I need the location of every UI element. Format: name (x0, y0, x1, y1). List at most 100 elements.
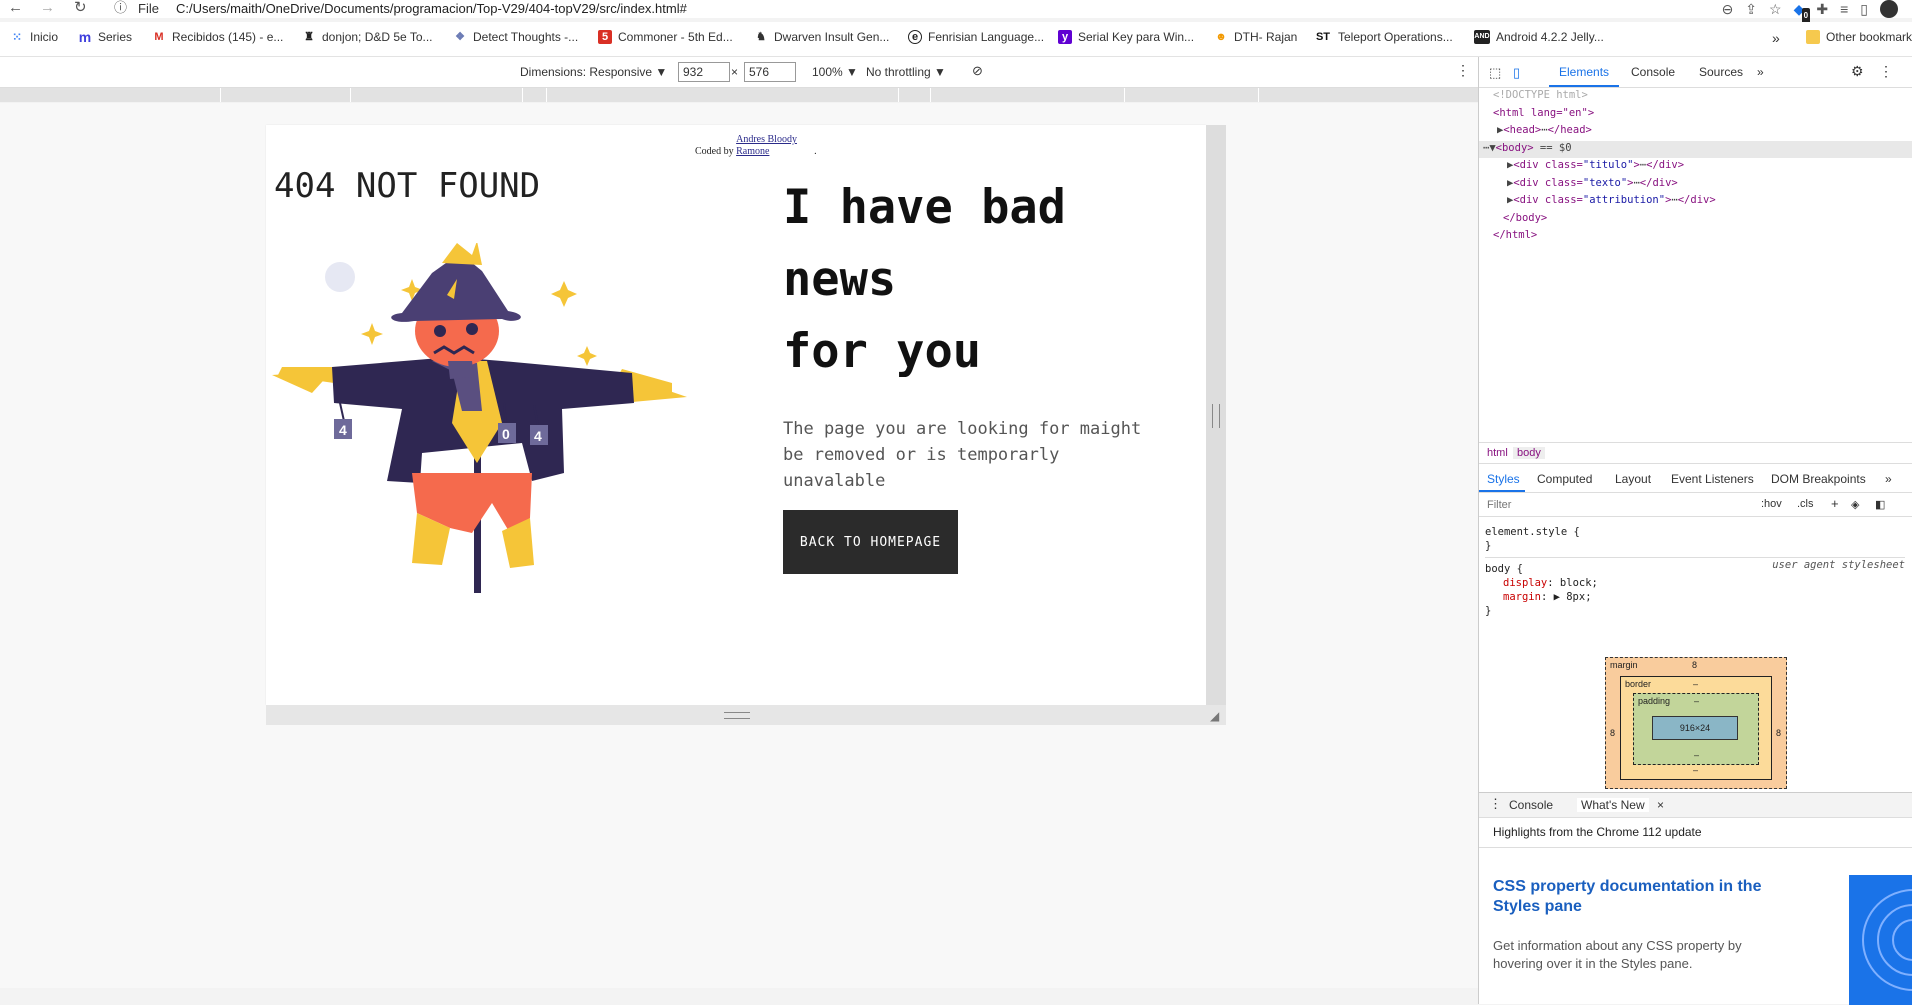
media-query-ruler[interactable] (0, 88, 1478, 102)
bookmark-commoner[interactable]: 5 Commoner - 5th Ed... (598, 30, 733, 44)
drawer-tab-console[interactable]: Console (1509, 798, 1553, 812)
puzzle-icon[interactable]: ✚ (1816, 1, 1828, 17)
rotate-icon[interactable]: ⊘ (972, 63, 983, 79)
corner-resize-icon[interactable]: ◢ (1210, 709, 1219, 723)
dimensions-select[interactable]: Dimensions: Responsive ▼ (520, 65, 667, 79)
right-drag-grip[interactable] (1212, 404, 1220, 428)
inspect-icon[interactable]: ⬚ (1489, 65, 1501, 81)
dom-body[interactable]: ⋯▼<body> == $0 (1483, 140, 1716, 158)
avatar[interactable] (1880, 0, 1898, 18)
feature-card-image[interactable] (1849, 875, 1912, 1005)
bookmark-series[interactable]: m Series (78, 30, 132, 44)
toolbar-icons: ⊖ ⇪ ☆ ◆ 0 ✚ ≡ ▯ (1722, 0, 1912, 24)
dom-head[interactable]: ▶<head>⋯</head> (1493, 122, 1716, 140)
gmail-icon: M (154, 31, 164, 43)
back-arrow-icon[interactable]: ← (8, 0, 23, 16)
headline-line: for you (783, 324, 982, 379)
paint-icon[interactable]: ◈ (1851, 498, 1859, 511)
dom-div-attribution[interactable]: ▶<div class="attribution">⋯</div> (1493, 192, 1716, 210)
more-options-icon[interactable]: ⋮ (1456, 62, 1470, 79)
breadcrumb-html[interactable]: html (1487, 447, 1508, 459)
height-input[interactable] (744, 62, 796, 82)
devtools-tabs: ⬚ ▯ Elements Console Sources » ⚙ ⋮ (1479, 57, 1912, 88)
back-to-homepage-button[interactable]: BACK TO HOMEPAGE (783, 510, 958, 574)
styles-filter-input[interactable] (1485, 497, 1699, 513)
more-icon[interactable]: ⋮ (1879, 63, 1893, 80)
url-text[interactable]: C:/Users/maith/OneDrive/Documents/progra… (176, 1, 687, 16)
side-panel-icon[interactable]: ▯ (1860, 1, 1868, 17)
box-content[interactable]: 916×24 (1652, 716, 1738, 740)
gear-icon[interactable]: ⚙ (1851, 63, 1864, 80)
dom-div-texto[interactable]: ▶<div class="texto">⋯</div> (1493, 175, 1716, 193)
bookmark-donjon[interactable]: ♜ donjon; D&D 5e To... (302, 30, 432, 44)
drawer-tab-whats-new[interactable]: What's New (1577, 798, 1649, 812)
tab-elements[interactable]: Elements (1559, 65, 1609, 79)
bookmark-teleport[interactable]: ST Teleport Operations... (1314, 30, 1453, 44)
author-link[interactable]: Andres Bloody Ramone (736, 134, 814, 158)
reload-icon[interactable]: ↻ (74, 0, 87, 16)
zoom-icon[interactable]: ⊖ (1722, 1, 1734, 17)
andro-icon: AND (1474, 30, 1490, 44)
extension-icon[interactable]: ◆ 0 (1794, 1, 1811, 24)
bookmark-detect-thoughts[interactable]: ❖ Detect Thoughts -... (453, 30, 578, 44)
headline: I have bad news for you (783, 172, 1163, 388)
bookmark-serial-key[interactable]: y Serial Key para Win... (1058, 30, 1194, 44)
dom-html-close[interactable]: </html> (1493, 227, 1716, 245)
share-icon[interactable]: ⇪ (1745, 1, 1757, 17)
dwarf-icon: ♞ (756, 31, 766, 43)
add-rule-icon[interactable]: + (1831, 496, 1839, 511)
device-toggle-icon[interactable]: ▯ (1513, 65, 1520, 81)
body-rule[interactable]: body { user agent stylesheet display: bl… (1485, 557, 1905, 618)
bottom-drag-grip[interactable] (724, 712, 750, 719)
tab-event-listeners[interactable]: Event Listeners (1671, 472, 1754, 486)
width-input[interactable] (678, 62, 730, 82)
tab-layout[interactable]: Layout (1615, 472, 1651, 486)
bookmark-fenrisian[interactable]: e Fenrisian Language... (908, 30, 1044, 44)
dom-div-titulo[interactable]: ▶<div class="titulo">⋯</div> (1493, 157, 1716, 175)
bookmark-other[interactable]: Other bookmarks (1806, 30, 1912, 44)
bookmark-inicio[interactable]: ⁙ Inicio (10, 30, 58, 44)
bookmark-dwarven[interactable]: ♞ Dwarven Insult Gen... (754, 30, 889, 44)
tab-computed[interactable]: Computed (1537, 472, 1592, 486)
rule-source: user agent stylesheet (1772, 559, 1905, 571)
sidebar-toggle-icon[interactable]: ◧ (1875, 498, 1885, 511)
element-style-rule[interactable]: element.style { } (1485, 525, 1905, 553)
dnd-icon: ❖ (455, 31, 465, 43)
forward-arrow-icon[interactable]: → (40, 0, 55, 16)
drawer-menu-icon[interactable]: ⋮ (1489, 796, 1502, 812)
styles-tabs-overflow[interactable]: » (1885, 472, 1892, 486)
tab-styles[interactable]: Styles (1487, 472, 1520, 486)
bookmarks-overflow[interactable]: » (1772, 30, 1780, 46)
tabs-overflow[interactable]: » (1757, 65, 1764, 79)
file-label: File (138, 1, 159, 16)
prop-margin[interactable]: margin: ▶ 8px; (1485, 590, 1905, 604)
cls-toggle[interactable]: .cls (1797, 498, 1814, 510)
feature-card-title[interactable]: CSS property documentation in the Styles… (1493, 877, 1793, 917)
info-icon[interactable]: ⓘ (114, 0, 127, 16)
dom-body-close[interactable]: </body> (1493, 210, 1716, 228)
bookmark-android[interactable]: AND Android 4.2.2 Jelly... (1474, 30, 1604, 44)
tab-console[interactable]: Console (1631, 65, 1675, 79)
bookmark-gmail[interactable]: M Recibidos (145) - e... (152, 30, 283, 44)
dom-html[interactable]: <html lang="en"> (1493, 105, 1716, 123)
star-icon[interactable]: ☆ (1769, 1, 1782, 17)
page-title: 404 NOT FOUND (274, 166, 541, 206)
breadcrumb-body[interactable]: body (1513, 447, 1545, 459)
prop-display[interactable]: display: block; (1485, 576, 1905, 590)
attribution: Coded by Andres Bloody Ramone. (695, 134, 817, 158)
close-icon[interactable]: × (1657, 798, 1664, 812)
throttling-select[interactable]: No throttling ▼ (866, 65, 946, 79)
reading-list-icon[interactable]: ≡ (1840, 1, 1848, 17)
dom-doctype[interactable]: <!DOCTYPE html> (1493, 87, 1716, 105)
bookmark-dth-rajan[interactable]: ☻ DTH- Rajan (1214, 30, 1297, 44)
zoom-select[interactable]: 100% ▼ (812, 65, 858, 79)
tab-dom-breakpoints[interactable]: DOM Breakpoints (1771, 472, 1866, 486)
headline-line: I have bad (783, 180, 1066, 235)
tab-sources[interactable]: Sources (1699, 65, 1743, 79)
styles-tabs: Styles Computed Layout Event Listeners D… (1479, 464, 1912, 493)
times-sign: × (731, 65, 739, 79)
svg-text:4: 4 (534, 428, 542, 444)
warrior-icon: ☻ (1215, 31, 1227, 43)
svg-text:0: 0 (502, 426, 510, 442)
hov-toggle[interactable]: :hov (1761, 498, 1782, 510)
